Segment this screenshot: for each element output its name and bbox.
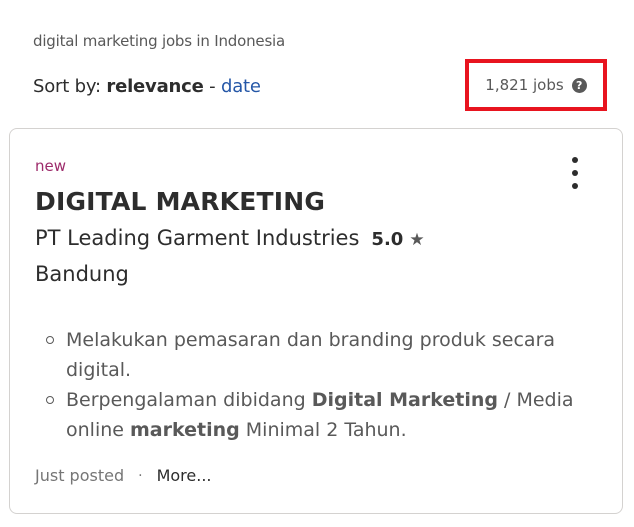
sort-by-date-link[interactable]: date [221, 76, 261, 97]
bullet-icon [46, 396, 54, 404]
separator-dot: · [138, 467, 143, 484]
sort-relevance-active: relevance [106, 76, 204, 97]
company-name[interactable]: PT Leading Garment Industries [35, 226, 359, 250]
bullet-icon [46, 336, 54, 344]
company-rating: 5.0 [371, 229, 404, 250]
job-location: Bandung [35, 262, 129, 286]
job-snippet: Melakukan pemasaran dan branding produk … [35, 325, 575, 445]
job-count-highlight: 1,821 jobs ? [465, 59, 607, 111]
sort-label: Sort by: [33, 76, 101, 97]
job-card[interactable]: new DIGITAL MARKETING PT Leading Garment… [9, 128, 623, 514]
star-icon: ★ [409, 230, 425, 250]
sort-separator: - [209, 76, 216, 97]
more-link[interactable]: More... [157, 466, 212, 485]
more-options-icon[interactable] [568, 157, 582, 189]
company-row: PT Leading Garment Industries 5.0 ★ [35, 226, 425, 250]
new-badge: new [35, 157, 67, 175]
question-circle-icon[interactable]: ? [571, 77, 587, 93]
job-count: 1,821 jobs [485, 76, 564, 94]
snippet-item: Berpengalaman dibidang Digital Marketing… [35, 385, 575, 445]
posted-date: Just posted [35, 466, 125, 485]
breadcrumb: digital marketing jobs in Indonesia [33, 32, 286, 50]
snippet-item: Melakukan pemasaran dan branding produk … [35, 325, 575, 385]
sort-controls: Sort by: relevance - date [33, 76, 261, 97]
job-card-footer: Just posted · More... [35, 466, 211, 485]
job-title[interactable]: DIGITAL MARKETING [35, 187, 325, 216]
